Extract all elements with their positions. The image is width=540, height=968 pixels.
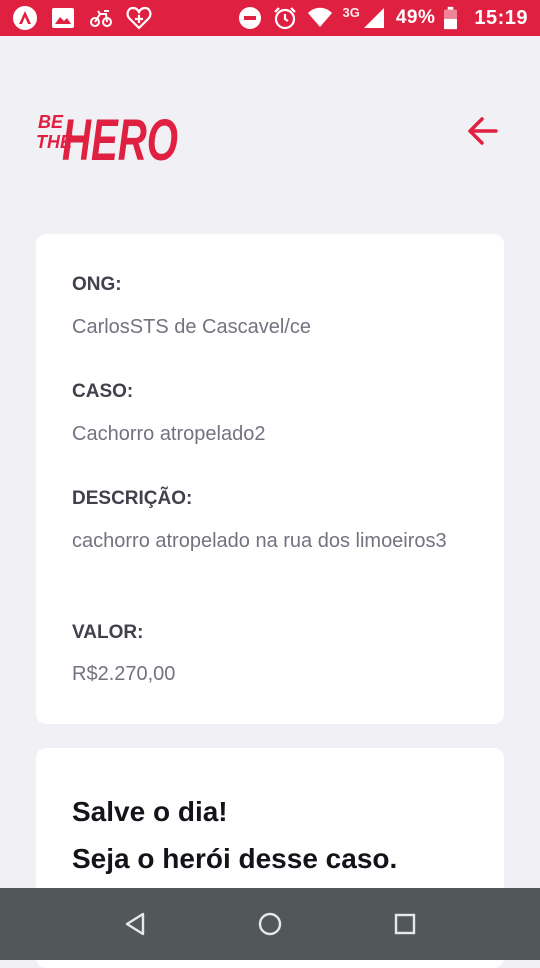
notification-icons — [12, 5, 152, 31]
ong-label: ONG: — [72, 274, 122, 295]
contact-title-line1: Salve o dia! — [72, 796, 228, 827]
logo-line1: BE — [38, 112, 64, 132]
ong-value: CarlosSTS de Cascavel/ce — [72, 316, 311, 338]
status-bar: 3G 49% 15:19 — [0, 0, 540, 36]
nav-recents-icon — [394, 913, 416, 935]
case-value: Cachorro atropelado2 — [72, 423, 266, 445]
battery-icon — [444, 6, 458, 30]
contact-title: Salve o dia! Seja o herói desse caso. — [72, 788, 397, 882]
nav-recents-button[interactable] — [387, 906, 423, 942]
value-label: VALOR: — [72, 622, 144, 643]
signal-icon — [363, 8, 384, 28]
battery-percent: 49% — [395, 7, 436, 28]
vehicle-icon — [90, 10, 112, 27]
do-not-disturb-icon — [239, 7, 262, 29]
nav-back-button[interactable] — [117, 906, 153, 942]
network-type: 3G — [342, 4, 360, 20]
contact-title-line2: Seja o herói desse caso. — [72, 843, 398, 874]
nav-home-icon — [258, 912, 282, 936]
nav-back-icon — [125, 912, 145, 936]
case-label: CASO: — [72, 381, 134, 402]
value-amount: R$2.270,00 — [72, 663, 176, 685]
logo-word: HERO — [62, 108, 178, 164]
navigation-bar — [0, 888, 540, 960]
description-value: cachorro atropelado na rua dos limoeiros… — [72, 530, 447, 552]
arrow-left-icon — [468, 117, 498, 145]
nav-home-button[interactable] — [252, 906, 288, 942]
heart-plus-icon — [126, 6, 152, 30]
header: BE THE HERO — [36, 96, 504, 166]
app-icon — [13, 6, 37, 30]
system-status: 3G 49% 15:19 — [237, 0, 528, 36]
wifi-icon — [308, 7, 333, 27]
incident-card: ONG: CarlosSTS de Cascavel/ce CASO: Cach… — [36, 234, 504, 724]
be-the-hero-logo: BE THE HERO — [36, 108, 178, 164]
description-label: DESCRIÇÃO: — [72, 488, 193, 509]
back-button[interactable] — [464, 112, 502, 150]
alarm-icon — [274, 7, 297, 30]
image-icon — [52, 8, 74, 28]
clock: 15:19 — [474, 6, 528, 29]
